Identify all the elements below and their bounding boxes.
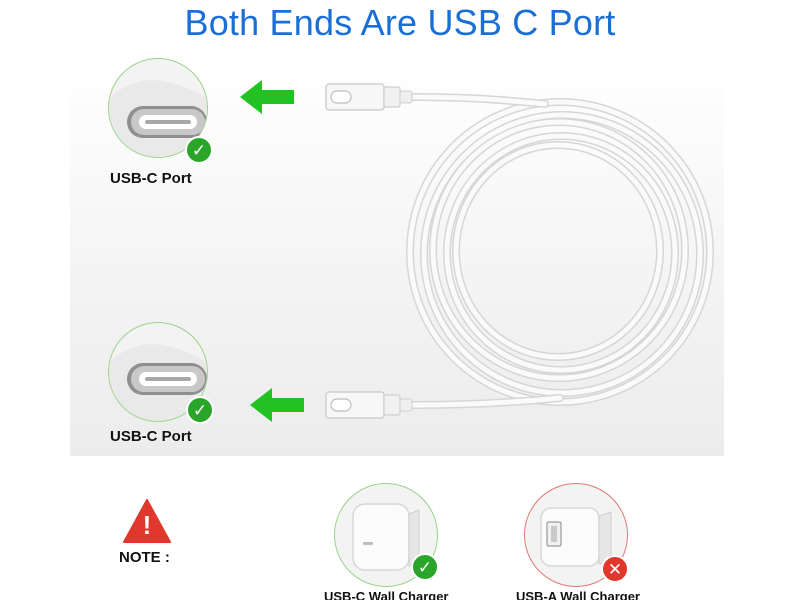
charger-label-usb-c: USB-C Wall Charger — [324, 589, 449, 600]
note-label: NOTE : — [119, 549, 170, 566]
left-arrow-icon — [250, 388, 304, 422]
check-icon: ✓ — [186, 396, 214, 424]
charger-label-usb-a: USB-A Wall Charger — [516, 589, 640, 600]
left-arrow-icon — [240, 80, 294, 114]
check-icon: ✓ — [185, 136, 213, 164]
warning-glyph: ! — [142, 510, 152, 540]
cross-icon: ✕ — [601, 555, 629, 583]
port-label-top: USB-C Port — [110, 170, 192, 187]
check-icon: ✓ — [411, 553, 439, 581]
port-label-bottom: USB-C Port — [110, 428, 192, 445]
